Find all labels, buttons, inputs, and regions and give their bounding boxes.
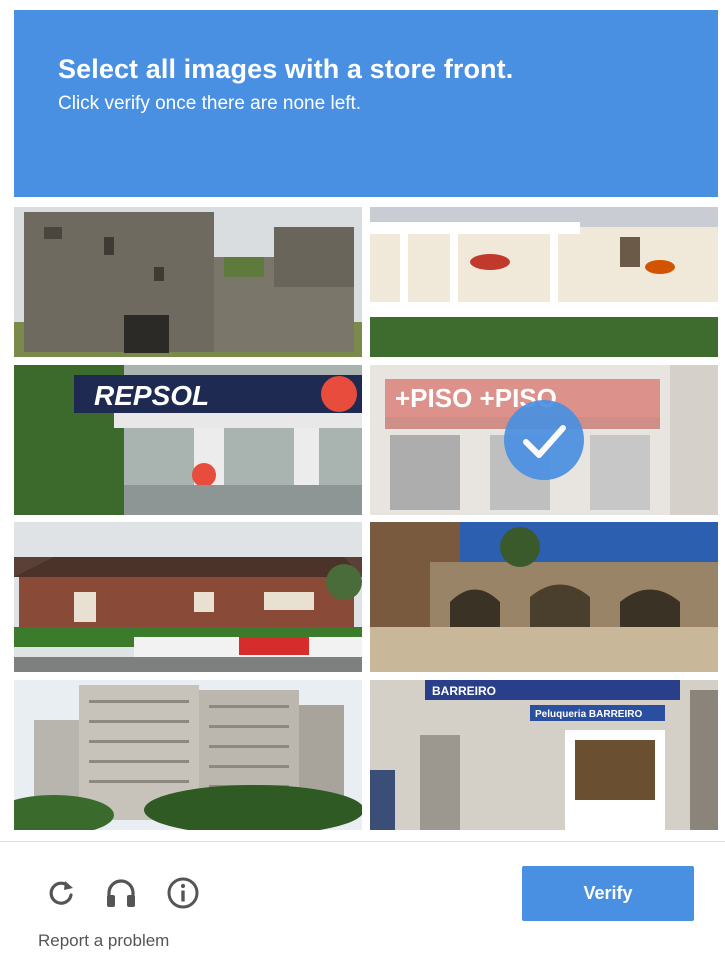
barreiro-sign-text-2: Peluqueria BARREIRO — [535, 709, 642, 720]
image-grid: REPSOL +PISO +PISO BARREIRO Peluqueria B… — [14, 207, 718, 830]
tile-apartment-towers[interactable] — [14, 680, 362, 830]
report-problem-link[interactable]: Report a problem — [38, 931, 169, 951]
tile-gas-station[interactable]: REPSOL — [14, 365, 362, 515]
verify-button[interactable]: Verify — [522, 866, 694, 921]
challenge-subtext: Click verify once there are none left. — [58, 93, 362, 114]
castle-ruins-image — [14, 207, 362, 357]
tile-house-porch[interactable] — [370, 207, 718, 357]
tile-piso-store[interactable]: +PISO +PISO — [370, 365, 718, 515]
reload-button[interactable] — [44, 876, 78, 910]
repsol-sign-text: REPSOL — [94, 380, 209, 411]
challenge-header: Select all images with a store front. Cl… — [14, 10, 718, 197]
tile-castle-ruins[interactable] — [14, 207, 362, 357]
stone-arches-image — [370, 522, 718, 672]
tile-shop-barreiro[interactable]: BARREIRO Peluqueria BARREIRO — [370, 680, 718, 830]
brick-house-image — [14, 522, 362, 672]
challenge-target: store front. — [369, 54, 514, 84]
gas-station-image: REPSOL — [14, 365, 362, 515]
selected-checkmark — [504, 400, 584, 480]
reload-icon — [49, 881, 73, 905]
checkmark-icon — [523, 425, 566, 458]
info-button[interactable] — [166, 876, 200, 910]
footer-divider — [0, 841, 725, 842]
audio-challenge-button[interactable] — [104, 876, 138, 910]
shop-barreiro-image: BARREIRO Peluqueria BARREIRO — [370, 680, 718, 830]
headphones-icon — [107, 879, 135, 907]
tile-brick-house[interactable] — [14, 522, 362, 672]
tile-stone-arches[interactable] — [370, 522, 718, 672]
barreiro-sign-text: BARREIRO — [432, 684, 496, 698]
info-icon — [167, 877, 199, 909]
challenge-instruction: Select all images with a store front. — [58, 54, 514, 84]
house-porch-image — [370, 207, 718, 357]
apartment-towers-image — [14, 680, 362, 830]
